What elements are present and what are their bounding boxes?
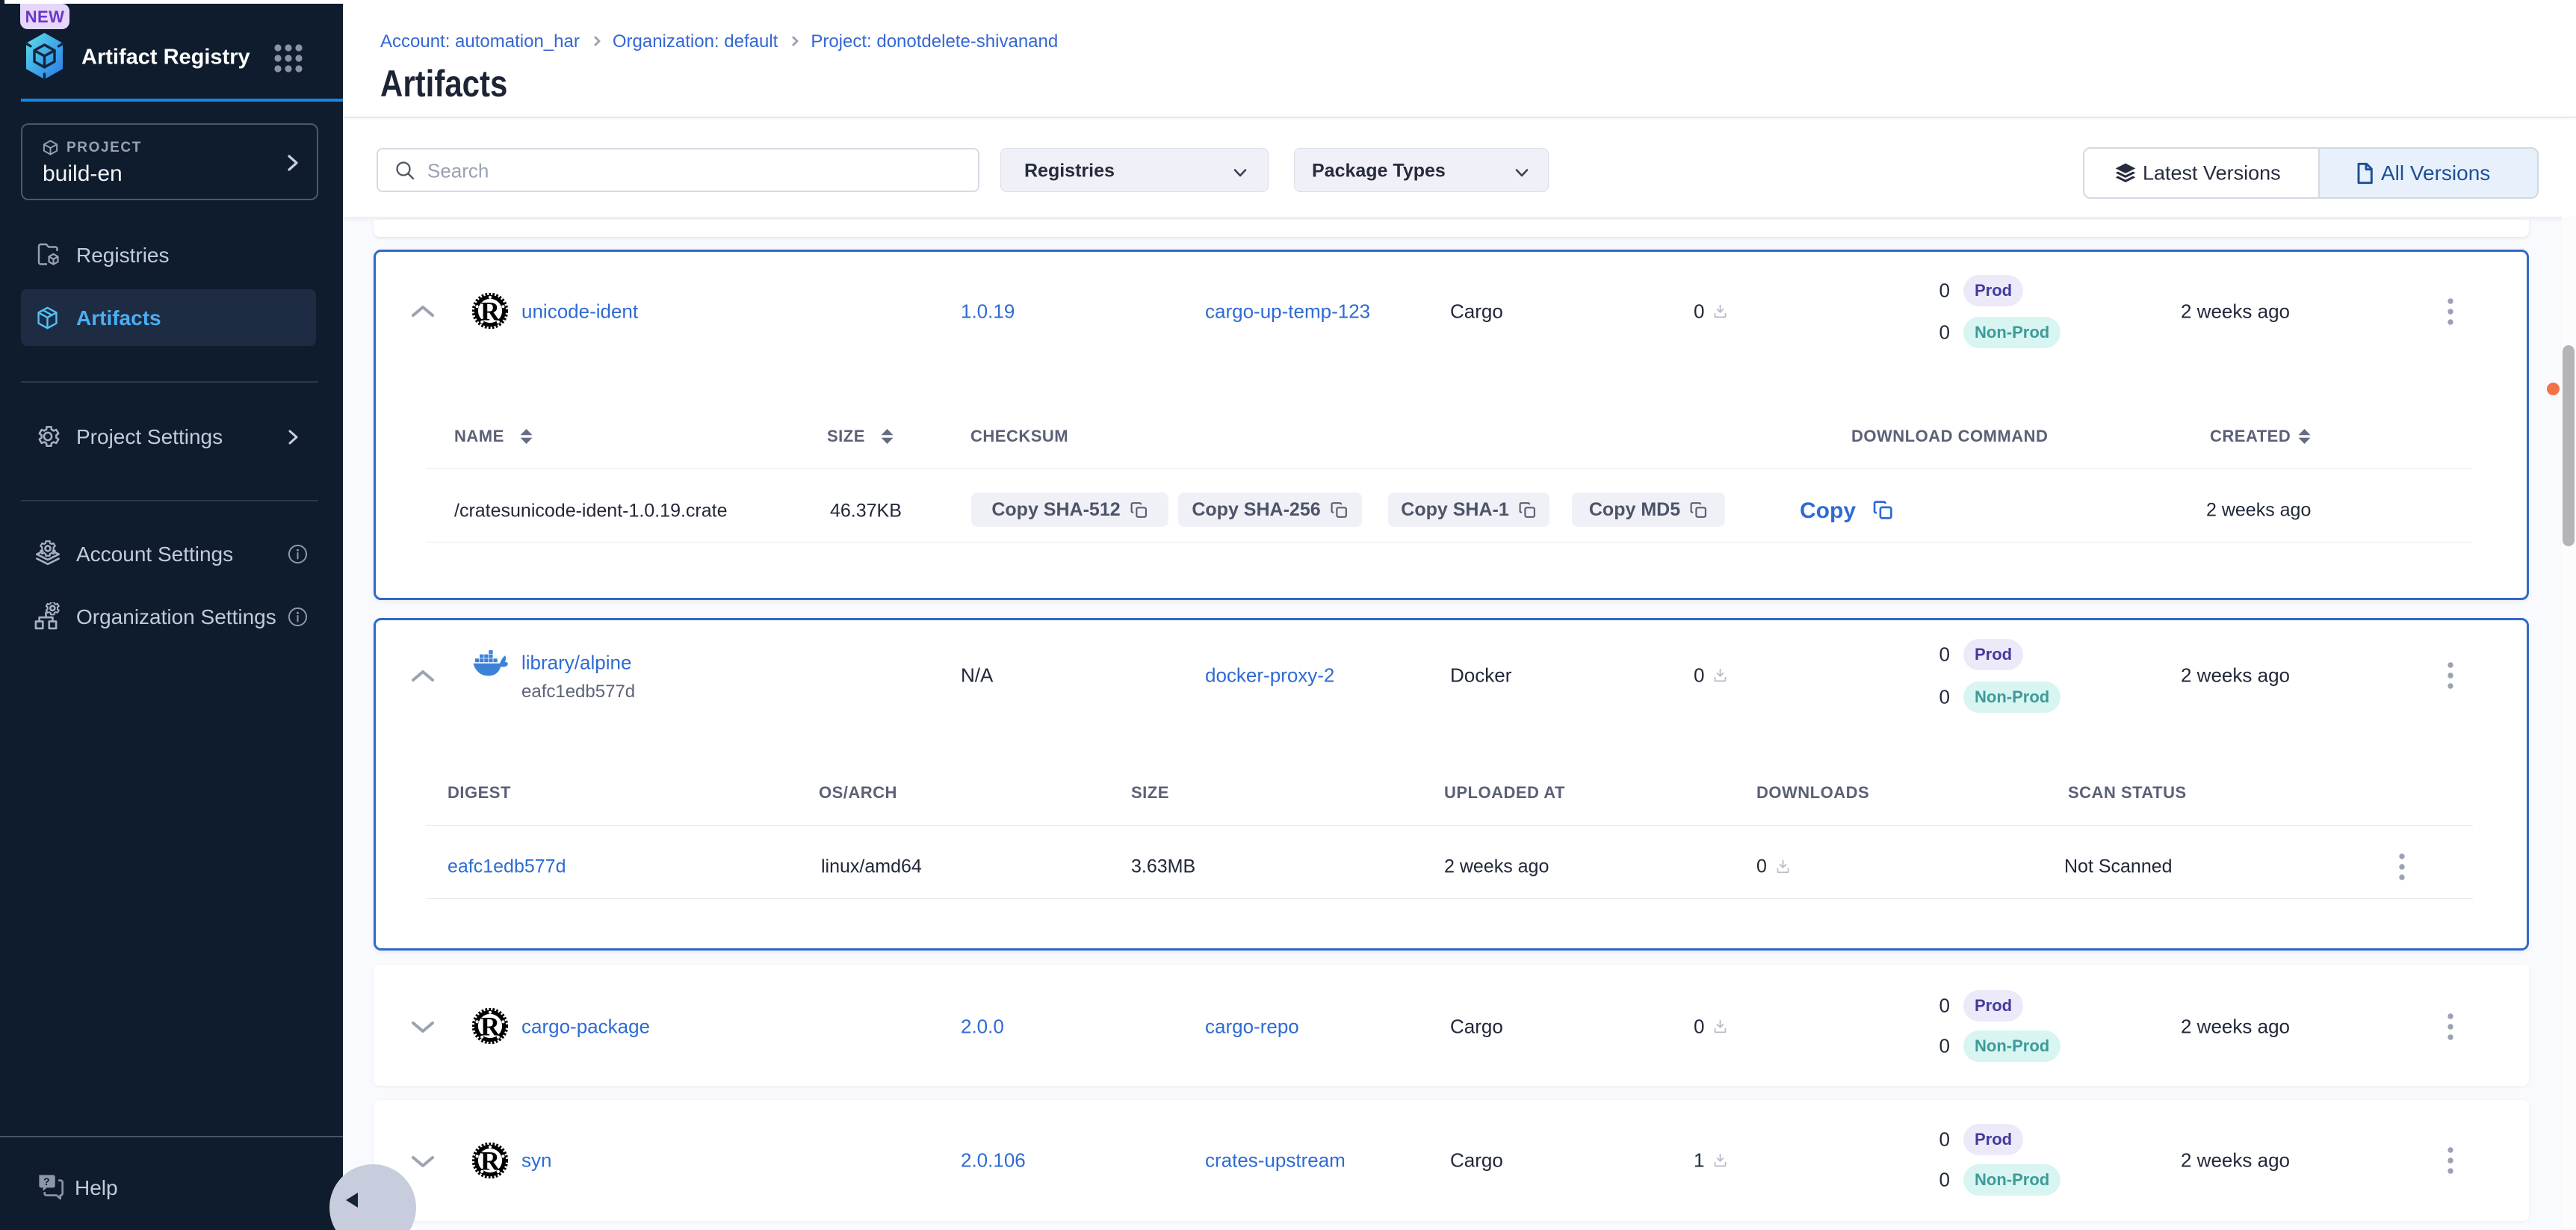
svg-text:?: ?: [43, 1175, 49, 1187]
